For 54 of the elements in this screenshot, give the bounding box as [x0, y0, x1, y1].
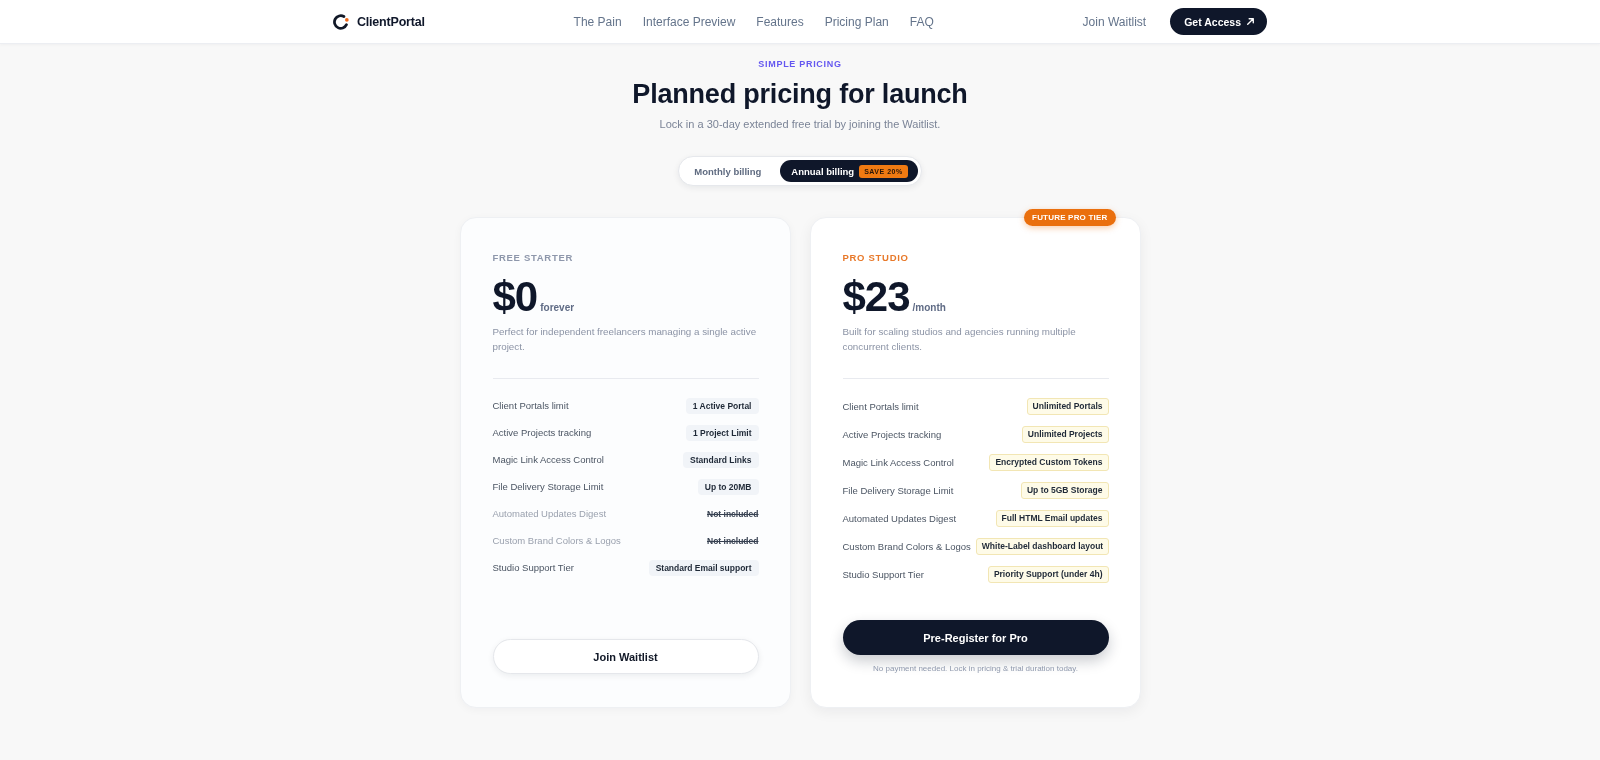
- feature-value: Standard Links: [683, 451, 759, 468]
- section-subtitle: Lock in a 30-day extended free trial by joining the Waitlist.: [659, 117, 941, 132]
- feature-label: Active Projects tracking: [842, 428, 942, 440]
- plan-price: $23: [842, 276, 910, 318]
- plan-price: $0: [492, 276, 538, 318]
- feature-label: Active Projects tracking: [492, 427, 592, 438]
- section-eyebrow: SIMPLE PRICING: [758, 58, 842, 70]
- plan-description: Built for scaling studios and agencies running multiple concurrent clients.: [842, 325, 1077, 354]
- feature-value: White-Label dashboard layout: [975, 537, 1110, 555]
- section-title: Planned pricing for launch: [632, 78, 968, 110]
- price-period: /month: [912, 302, 946, 313]
- nav-link[interactable]: FAQ: [909, 14, 934, 29]
- feature-label: Custom Brand Colors & Logos: [842, 540, 971, 552]
- feature-value: Not included: [707, 534, 759, 548]
- feature-value: Priority Support (under 4h): [987, 565, 1109, 583]
- nav-link[interactable]: Features: [756, 14, 804, 29]
- plan-cta-button[interactable]: Join Waitlist: [492, 639, 759, 674]
- nav-link[interactable]: Pricing Plan: [824, 14, 889, 29]
- get-access-button[interactable]: Get Access: [1170, 8, 1267, 35]
- feature-value: Encrypted Custom Tokens: [989, 453, 1109, 471]
- brand-name: ClientPortal: [357, 14, 425, 29]
- feature-label: Automated Updates Digest: [842, 512, 957, 524]
- plan-description: Perfect for independent freelancers managing a single active project.: [492, 325, 758, 354]
- feature-value: 1 Active Portal: [685, 397, 759, 414]
- feature-label: Studio Support Tier: [492, 562, 574, 573]
- arrow-up-right-icon: [1247, 18, 1254, 25]
- feature-value: Standard Email support: [648, 559, 759, 576]
- nav-link[interactable]: Interface Preview: [642, 14, 736, 29]
- feature-value: Up to 20MB: [697, 478, 759, 495]
- feature-label: Magic Link Access Control: [842, 456, 954, 468]
- price-period: forever: [540, 302, 575, 313]
- logo-icon: [333, 13, 349, 30]
- feature-label: File Delivery Storage Limit: [842, 484, 954, 496]
- plan-cta-button[interactable]: Pre-Register for Pro: [842, 620, 1109, 655]
- tier-ribbon: FUTURE PRO TIER: [1024, 209, 1116, 226]
- feature-label: Client Portals limit: [842, 400, 919, 412]
- feature-label: Custom Brand Colors & Logos: [492, 535, 621, 546]
- feature-label: File Delivery Storage Limit: [492, 481, 604, 492]
- plan-name: PRO STUDIO: [842, 252, 910, 264]
- join-waitlist-link[interactable]: Join Waitlist: [1082, 14, 1147, 29]
- nav-link[interactable]: The Pain: [573, 14, 622, 29]
- payment-note: No payment needed. Lock in pricing & trial duration today.: [872, 664, 1079, 674]
- feature-value: 1 Project Limit: [685, 424, 759, 441]
- feature-label: Studio Support Tier: [842, 568, 924, 580]
- feature-label: Client Portals limit: [492, 400, 569, 411]
- feature-label: Automated Updates Digest: [492, 508, 607, 519]
- feature-label: Magic Link Access Control: [492, 454, 604, 465]
- feature-value: Not included: [707, 507, 759, 521]
- plan-name: FREE STARTER: [492, 252, 575, 264]
- feature-value: Unlimited Portals: [1026, 397, 1109, 415]
- feature-value: Unlimited Projects: [1021, 425, 1109, 443]
- billing-option[interactable]: Monthly billing: [682, 160, 774, 182]
- feature-value: Up to 5GB Storage: [1020, 481, 1109, 499]
- feature-value: Full HTML Email updates: [995, 509, 1109, 527]
